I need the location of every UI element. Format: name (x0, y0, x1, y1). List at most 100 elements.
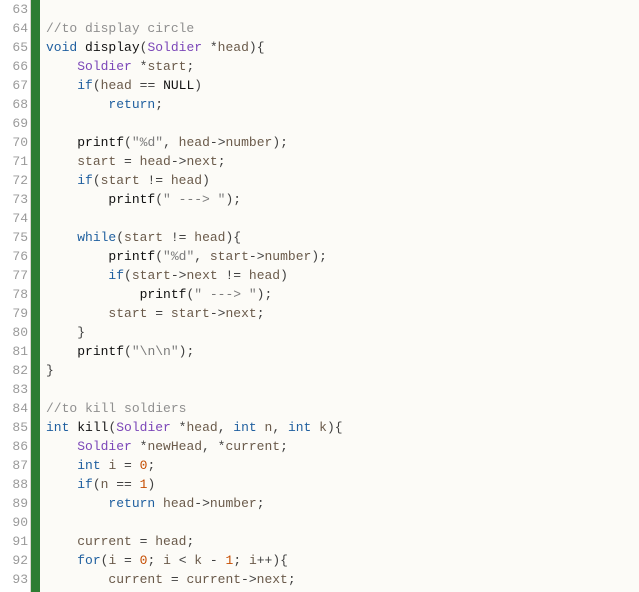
code-line[interactable]: printf("%d", head->number); (46, 133, 639, 152)
code-line[interactable]: printf(" ---> "); (46, 285, 639, 304)
code-token: = (116, 154, 139, 169)
code-line[interactable] (46, 209, 639, 228)
code-token: * (171, 420, 187, 435)
code-line[interactable]: if(head == NULL) (46, 76, 639, 95)
code-token: Soldier (116, 420, 171, 435)
code-line[interactable]: start = head->next; (46, 152, 639, 171)
line-number: 79 (0, 304, 30, 323)
code-token: k (194, 553, 202, 568)
code-token: i (249, 553, 257, 568)
code-area[interactable]: //to display circle void display(Soldier … (40, 0, 639, 592)
code-token: , (194, 249, 210, 264)
code-line[interactable]: return; (46, 95, 639, 114)
code-token: if (108, 268, 124, 283)
line-number: 93 (0, 570, 30, 589)
code-token: head (249, 268, 280, 283)
code-token: start (210, 249, 249, 264)
code-line[interactable]: } (46, 323, 639, 342)
code-editor[interactable]: 6364656667686970717273747576777879808182… (0, 0, 639, 592)
code-token: , (218, 420, 234, 435)
code-token: = (147, 306, 170, 321)
code-line[interactable]: return head->number; (46, 494, 639, 513)
line-number: 88 (0, 475, 30, 494)
code-token: head (179, 135, 210, 150)
code-token: < (171, 553, 194, 568)
code-token: ( (93, 78, 101, 93)
code-token: - (202, 553, 225, 568)
code-line[interactable]: //to display circle (46, 19, 639, 38)
code-line[interactable]: printf("\n\n"); (46, 342, 639, 361)
code-line[interactable]: Soldier *start; (46, 57, 639, 76)
code-token: , * (202, 439, 225, 454)
code-token: start (147, 59, 186, 74)
code-token: -> (171, 268, 187, 283)
code-token: ; (186, 534, 194, 549)
code-token (46, 287, 140, 302)
code-token: printf (140, 287, 187, 302)
code-line[interactable]: void display(Soldier *head){ (46, 38, 639, 57)
code-line[interactable]: start = start->next; (46, 304, 639, 323)
line-number: 70 (0, 133, 30, 152)
line-number: 89 (0, 494, 30, 513)
code-token: ; (233, 553, 249, 568)
code-token (155, 496, 163, 511)
code-line[interactable]: Soldier *newHead, *current; (46, 437, 639, 456)
code-line[interactable] (46, 114, 639, 133)
code-line[interactable]: if(start != head) (46, 171, 639, 190)
code-line[interactable]: if(start->next != head) (46, 266, 639, 285)
code-line[interactable]: int kill(Soldier *head, int n, int k){ (46, 418, 639, 437)
code-token (46, 439, 77, 454)
line-number: 76 (0, 247, 30, 266)
line-number: 87 (0, 456, 30, 475)
code-token: start (101, 173, 140, 188)
code-token: * (132, 439, 148, 454)
line-number: 71 (0, 152, 30, 171)
line-number: 68 (0, 95, 30, 114)
code-token: ); (311, 249, 327, 264)
code-line[interactable]: printf(" ---> "); (46, 190, 639, 209)
code-token: start (77, 154, 116, 169)
code-token: ); (179, 344, 195, 359)
code-token: next (186, 268, 217, 283)
code-line[interactable]: printf("%d", start->number); (46, 247, 639, 266)
code-line[interactable]: int i = 0; (46, 456, 639, 475)
code-token: ( (93, 173, 101, 188)
code-token: //to display circle (46, 21, 194, 36)
code-token: k (319, 420, 327, 435)
code-token: if (77, 477, 93, 492)
line-number: 67 (0, 76, 30, 95)
code-token: head (171, 173, 202, 188)
line-number: 91 (0, 532, 30, 551)
line-number: 63 (0, 0, 30, 19)
code-token: return (108, 496, 155, 511)
code-line[interactable]: current = current->next; (46, 570, 639, 589)
code-token: ); (257, 287, 273, 302)
code-token: ; (218, 154, 226, 169)
code-token: start (108, 306, 147, 321)
code-token (257, 420, 265, 435)
line-number: 69 (0, 114, 30, 133)
code-line[interactable]: if(n == 1) (46, 475, 639, 494)
code-line[interactable]: current = head; (46, 532, 639, 551)
code-line[interactable] (46, 380, 639, 399)
code-token: "%d" (132, 135, 163, 150)
code-token (77, 40, 85, 55)
code-token: display (85, 40, 140, 55)
code-token (46, 477, 77, 492)
code-token: int (288, 420, 311, 435)
code-line[interactable] (46, 513, 639, 532)
code-token: ( (155, 192, 163, 207)
code-token: ( (124, 135, 132, 150)
code-token: //to kill soldiers (46, 401, 186, 416)
code-token: number (210, 496, 257, 511)
code-token: = (163, 572, 186, 587)
code-token: ){ (327, 420, 343, 435)
code-line[interactable]: } (46, 361, 639, 380)
code-token: } (46, 325, 85, 340)
code-line[interactable]: for(i = 0; i < k - 1; i++){ (46, 551, 639, 570)
code-token (46, 78, 77, 93)
code-line[interactable]: while(start != head){ (46, 228, 639, 247)
code-line[interactable]: //to kill soldiers (46, 399, 639, 418)
code-line[interactable] (46, 0, 639, 19)
code-token (46, 173, 77, 188)
